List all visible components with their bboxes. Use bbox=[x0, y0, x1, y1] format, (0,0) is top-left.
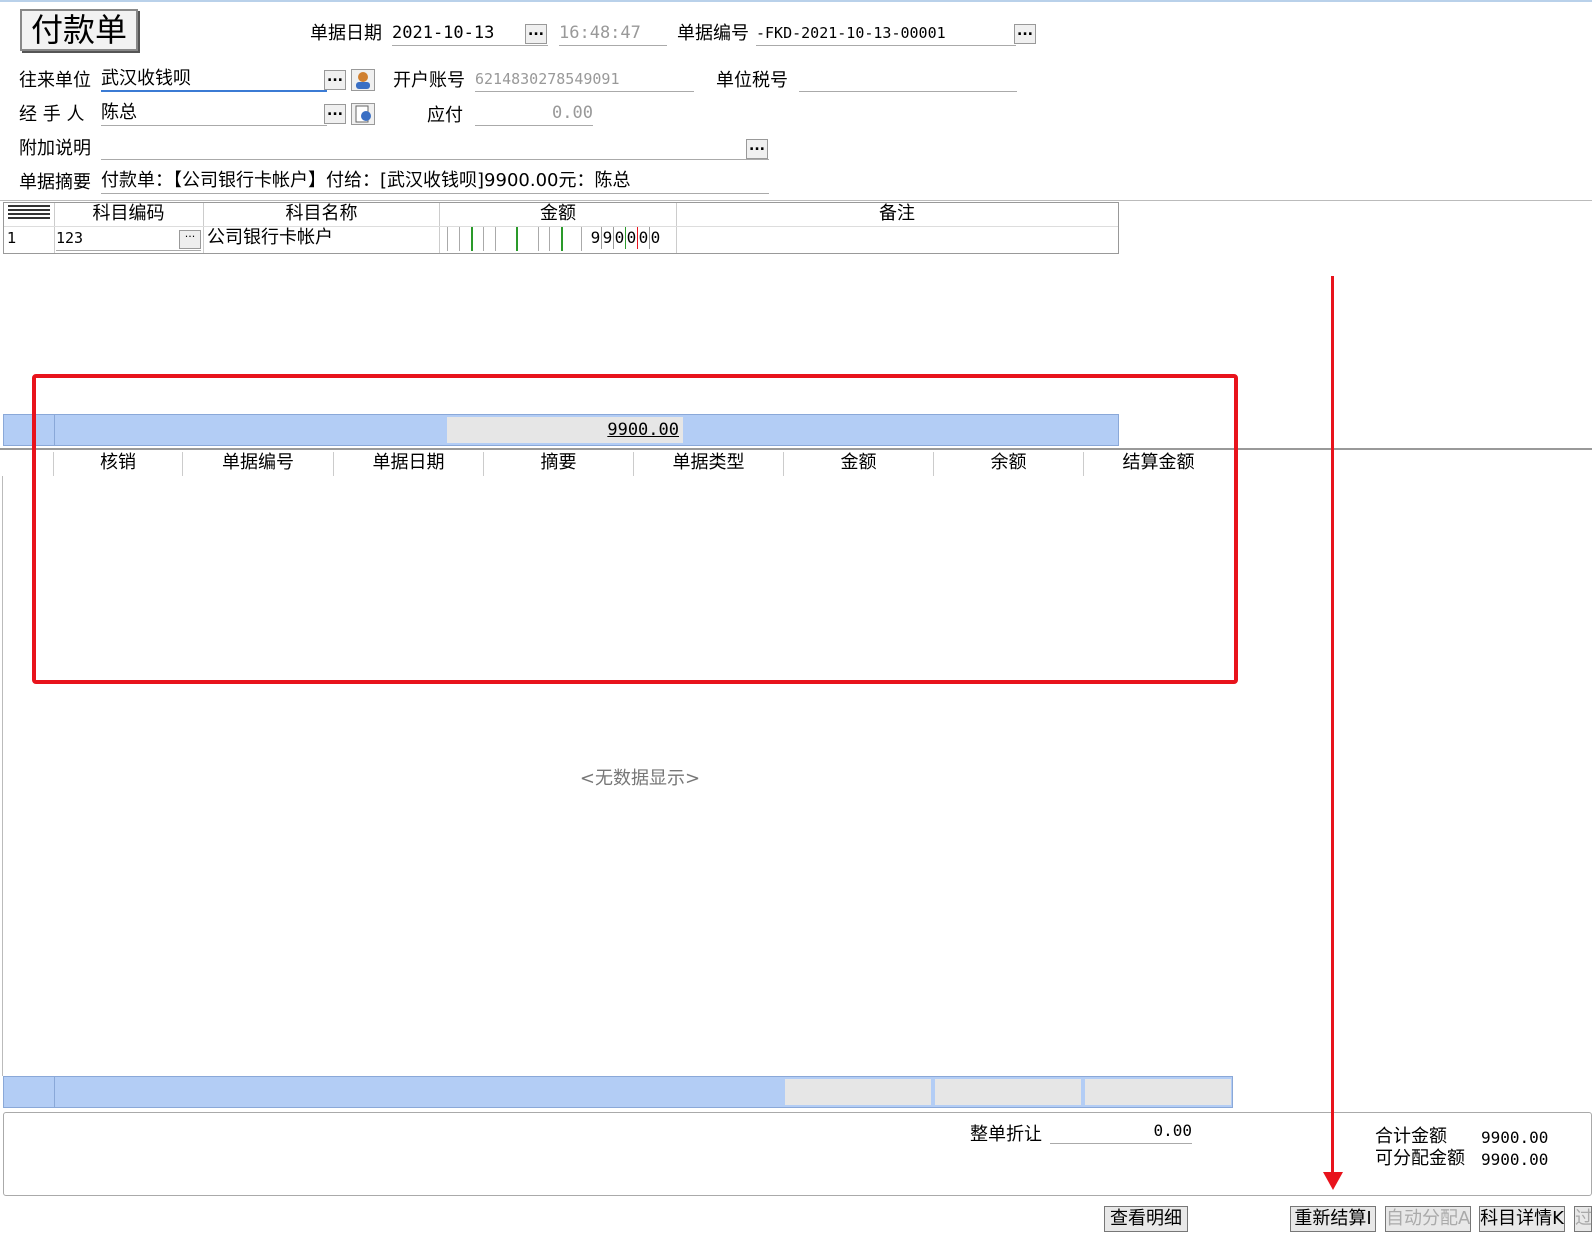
amount-cell[interactable]: 990000 bbox=[441, 227, 676, 251]
payable-field[interactable]: 0.00 bbox=[475, 102, 593, 126]
allocatable-label: 可分配金额 bbox=[1375, 1148, 1465, 1169]
note-picker-button[interactable]: ... bbox=[746, 139, 768, 159]
account-label: 开户账号 bbox=[393, 70, 465, 91]
date-picker-button[interactable]: ... bbox=[525, 24, 547, 44]
highlight-box bbox=[32, 374, 1238, 684]
time-value: 16:48:47 bbox=[559, 23, 641, 43]
number-value: -FKD-2021-10-13-00001 bbox=[756, 24, 946, 42]
note-field[interactable] bbox=[101, 136, 769, 160]
amount-digits: 990000 bbox=[590, 227, 661, 249]
handler-value: 陈总 bbox=[101, 102, 137, 123]
writeoff-grid-body bbox=[2, 476, 3, 1076]
number-picker-button[interactable]: ... bbox=[1014, 24, 1036, 44]
taxno-field[interactable] bbox=[799, 68, 1017, 92]
row-index: 1 bbox=[7, 229, 17, 247]
view-detail-button[interactable]: 查看明细 bbox=[1104, 1206, 1188, 1232]
auto-alloc-button[interactable]: 自动分配A bbox=[1385, 1206, 1471, 1232]
amount-digit: 0 bbox=[614, 227, 626, 249]
total-value: 9900.00 bbox=[1481, 1128, 1549, 1147]
amount-digit: 0 bbox=[638, 227, 650, 249]
handler-field[interactable]: 陈总 bbox=[101, 102, 327, 126]
footer-panel bbox=[3, 1112, 1592, 1196]
partner-value: 武汉收钱呗 bbox=[101, 68, 191, 89]
number-label: 单据编号 bbox=[677, 23, 749, 44]
page-title: 付款单 bbox=[20, 9, 138, 51]
more-button[interactable]: 过 bbox=[1574, 1206, 1592, 1232]
account-field[interactable]: 6214830278549091 bbox=[475, 68, 694, 92]
empty-placeholder: <无数据显示> bbox=[579, 768, 701, 789]
amount-digit: 0 bbox=[650, 228, 661, 247]
date-label: 单据日期 bbox=[310, 23, 382, 44]
subject-grid[interactable]: 科目编码 科目名称 金额 备注 1 123 ··· 公司银行卡帐户 990000 bbox=[3, 202, 1119, 254]
account-value: 6214830278549091 bbox=[475, 70, 620, 88]
amount-digit: 9 bbox=[602, 227, 614, 249]
amount-digit: 9 bbox=[590, 227, 602, 249]
discount-field[interactable]: 0.00 bbox=[1050, 1120, 1192, 1144]
recalc-button[interactable]: 重新结算I bbox=[1290, 1206, 1376, 1232]
total-settle-cell bbox=[1085, 1079, 1231, 1105]
handler-label: 经 手 人 bbox=[19, 104, 85, 125]
partner-picker-button[interactable]: ... bbox=[324, 70, 346, 90]
writeoff-grid-total-bar bbox=[3, 1076, 1233, 1108]
col-header-note[interactable]: 备注 bbox=[677, 203, 1117, 225]
window-top-border bbox=[0, 0, 1592, 2]
grid-menu-icon[interactable] bbox=[8, 205, 50, 219]
payable-label: 应付 bbox=[427, 105, 463, 126]
col-header-amount[interactable]: 金额 bbox=[440, 203, 676, 225]
col-header-name[interactable]: 科目名称 bbox=[204, 203, 439, 225]
handler-picker-button[interactable]: ... bbox=[324, 104, 346, 124]
summary-label: 单据摘要 bbox=[19, 172, 91, 193]
note-label: 附加说明 bbox=[19, 138, 91, 159]
total-label: 合计金额 bbox=[1375, 1126, 1447, 1147]
taxno-label: 单位税号 bbox=[716, 70, 788, 91]
subject-name-value[interactable]: 公司银行卡帐户 bbox=[207, 227, 333, 249]
divider bbox=[0, 200, 1592, 201]
annotation-arrow-head bbox=[1323, 1172, 1343, 1190]
annotation-arrow-line bbox=[1331, 276, 1334, 1180]
summary-value: 付款单：【公司银行卡帐户】付给：[武汉收钱呗]9900.00元：陈总 bbox=[101, 170, 631, 191]
partner-user-icon[interactable] bbox=[351, 69, 375, 91]
total-balance-cell bbox=[935, 1079, 1081, 1105]
partner-label: 往来单位 bbox=[19, 70, 91, 91]
allocatable-value: 9900.00 bbox=[1481, 1150, 1549, 1169]
payable-value: 0.00 bbox=[552, 103, 593, 123]
discount-label: 整单折让 bbox=[970, 1124, 1042, 1145]
total-amount-cell bbox=[785, 1079, 931, 1105]
time-field[interactable]: 16:48:47 bbox=[559, 22, 667, 46]
subject-detail-button[interactable]: 科目详情K bbox=[1479, 1206, 1565, 1232]
handler-person-icon[interactable] bbox=[351, 103, 375, 125]
subject-code-picker-button[interactable]: ··· bbox=[179, 230, 201, 249]
summary-field[interactable]: 付款单：【公司银行卡帐户】付给：[武汉收钱呗]9900.00元：陈总 bbox=[101, 170, 769, 194]
amount-digit: 0 bbox=[626, 227, 638, 249]
discount-value: 0.00 bbox=[1153, 1121, 1192, 1140]
subject-code-value: 123 bbox=[56, 229, 84, 247]
date-value: 2021-10-13 bbox=[392, 23, 495, 43]
number-field[interactable]: -FKD-2021-10-13-00001 bbox=[756, 22, 1016, 46]
col-header-code[interactable]: 科目编码 bbox=[55, 203, 202, 225]
partner-field[interactable]: 武汉收钱呗 bbox=[101, 68, 327, 92]
